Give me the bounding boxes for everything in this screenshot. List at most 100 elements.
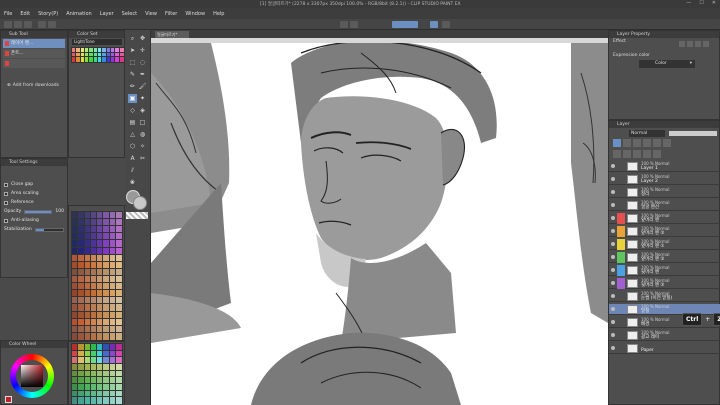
color-swatch[interactable] [114, 324, 124, 334]
ruler-snap-icon[interactable] [430, 21, 438, 28]
expression-color-dropdown[interactable]: Color ▾ [639, 60, 695, 68]
mask-icon[interactable] [653, 139, 661, 147]
artwork[interactable] [151, 43, 608, 405]
lock-transparent-icon[interactable] [643, 139, 651, 147]
color-swatch[interactable] [114, 239, 124, 249]
color-swatch[interactable] [114, 343, 124, 352]
eye-icon[interactable] [611, 268, 615, 272]
menu-edit[interactable]: Edit [20, 11, 30, 17]
color-swatch[interactable] [114, 282, 124, 292]
color-swatch[interactable] [114, 260, 124, 270]
snap-mode-icon[interactable] [392, 21, 418, 28]
layer-row[interactable]: 100 % Normal 옆머리 펜 ② [609, 252, 720, 263]
reference-layer-icon[interactable] [623, 139, 631, 147]
new-file-icon[interactable] [4, 21, 12, 28]
zoom-tool-icon[interactable]: ⌕ [128, 34, 137, 43]
main-color-swatch[interactable] [5, 396, 12, 403]
minimize-button[interactable]: — [686, 0, 691, 6]
color-swatch[interactable] [114, 383, 124, 392]
eye-icon[interactable] [611, 307, 615, 311]
new-vector-layer-icon[interactable] [623, 150, 631, 158]
gradient-tool-icon[interactable]: ▤ [128, 118, 137, 127]
save-icon[interactable] [24, 21, 32, 28]
eye-icon[interactable] [611, 281, 615, 285]
close-gap-row[interactable]: Close gap [1, 180, 67, 189]
eye-icon[interactable] [611, 177, 615, 181]
sub-tool-item[interactable] [3, 59, 65, 68]
blend-tool-icon[interactable]: ◈ [138, 106, 147, 115]
undo-icon[interactable] [38, 21, 46, 28]
opacity-row[interactable]: Opacity 100 [1, 207, 67, 216]
opacity-slider[interactable] [24, 209, 53, 214]
eye-icon[interactable] [611, 320, 615, 324]
layer-row[interactable]: 100 % Normal 정리 [609, 187, 720, 198]
sub-tool-item[interactable]: 레이어 펜... [3, 39, 65, 48]
selection-tool-icon[interactable]: ⬚ [128, 58, 137, 67]
color-swatch[interactable] [114, 310, 124, 320]
balloon-tool-icon[interactable]: ✧ [138, 142, 147, 151]
layer-row[interactable]: 100 % Normal 광고 레이 [609, 330, 720, 341]
anti-aliasing-row[interactable]: Anti-aliasing [1, 216, 67, 225]
eyedropper-icon[interactable]: ✎ [128, 70, 137, 79]
operation-tool-icon[interactable]: ➤ [128, 46, 137, 55]
menu-animation[interactable]: Animation [66, 11, 92, 17]
layer-row[interactable]: 100 % Normal 뒷머리 펜 [609, 265, 720, 276]
reference-row[interactable]: Reference [1, 198, 67, 207]
close-gap-checkbox[interactable] [4, 182, 8, 187]
correction-tool-icon[interactable]: ✂ [138, 154, 147, 163]
color-swatch[interactable] [114, 225, 124, 235]
layer-row[interactable]: 100 % Normal 앞머리 펜 ② [609, 226, 720, 237]
sub-color-circle[interactable] [133, 196, 147, 210]
color-swatch[interactable] [114, 218, 124, 228]
stabilization-slider[interactable] [34, 227, 64, 232]
layer-color-icon[interactable] [703, 41, 709, 47]
color-swatch[interactable] [114, 267, 124, 277]
eye-icon[interactable] [611, 229, 615, 233]
palette-swatches[interactable] [70, 210, 124, 341]
color-swatch[interactable] [114, 289, 124, 299]
anti-aliasing-checkbox[interactable] [4, 218, 8, 223]
fill-tool-icon[interactable]: ▣ [128, 94, 137, 103]
color-swatch[interactable] [114, 356, 124, 365]
ruler-icon[interactable] [663, 139, 671, 147]
decoration-tool-icon[interactable]: ❀ [128, 178, 137, 187]
invert-selection-icon[interactable] [350, 21, 358, 28]
eye-icon[interactable] [611, 333, 615, 337]
eye-icon[interactable] [611, 164, 615, 168]
layer-row[interactable]: Paper [609, 343, 720, 354]
color-swatch[interactable] [114, 296, 124, 306]
shape-tool-icon[interactable]: □ [138, 118, 147, 127]
menu-view[interactable]: View [145, 11, 157, 17]
sub-tool-item[interactable]: 폰트... [3, 49, 65, 58]
eye-icon[interactable] [611, 346, 615, 350]
new-folder-icon[interactable] [633, 150, 641, 158]
eye-icon[interactable] [611, 294, 615, 298]
color-wheel[interactable] [10, 354, 54, 398]
layer-row[interactable]: 100 % Normal Layer 1 [609, 161, 720, 172]
eye-icon[interactable] [611, 190, 615, 194]
palette-swatches-lower[interactable] [70, 343, 124, 405]
open-file-icon[interactable] [14, 21, 22, 28]
maximize-button[interactable]: ☐ [699, 0, 703, 6]
layer-row[interactable]: 100 % Normal Layer 2 [609, 174, 720, 185]
eye-icon[interactable] [611, 203, 615, 207]
layer-row[interactable]: 100 % Normal 앞머리 펜 [609, 213, 720, 224]
add-from-downloads-button[interactable]: ⊕ Add from downloads [7, 83, 59, 88]
pencil-tool-icon[interactable]: ✏ [128, 82, 137, 91]
tone-icon[interactable] [695, 41, 701, 47]
color-set-swatches[interactable] [70, 47, 126, 63]
color-swatch[interactable] [118, 56, 126, 63]
color-swatch[interactable] [114, 210, 124, 221]
color-swatch[interactable] [114, 253, 124, 263]
layer-opacity-slider[interactable] [669, 131, 717, 136]
grid-snap-icon[interactable] [442, 21, 450, 28]
close-button[interactable]: ✕ [712, 0, 716, 6]
pen-tool-icon[interactable]: ✒ [138, 70, 147, 79]
color-swatch[interactable] [114, 246, 124, 256]
canvas-tab[interactable]: 얼굴따르기* [155, 31, 189, 38]
merge-down-icon[interactable] [643, 150, 651, 158]
area-scaling-row[interactable]: Area scaling [1, 189, 67, 198]
lock-icon[interactable] [633, 139, 641, 147]
eye-icon[interactable] [611, 255, 615, 259]
ruler-tool-icon[interactable]: ◍ [138, 130, 147, 139]
